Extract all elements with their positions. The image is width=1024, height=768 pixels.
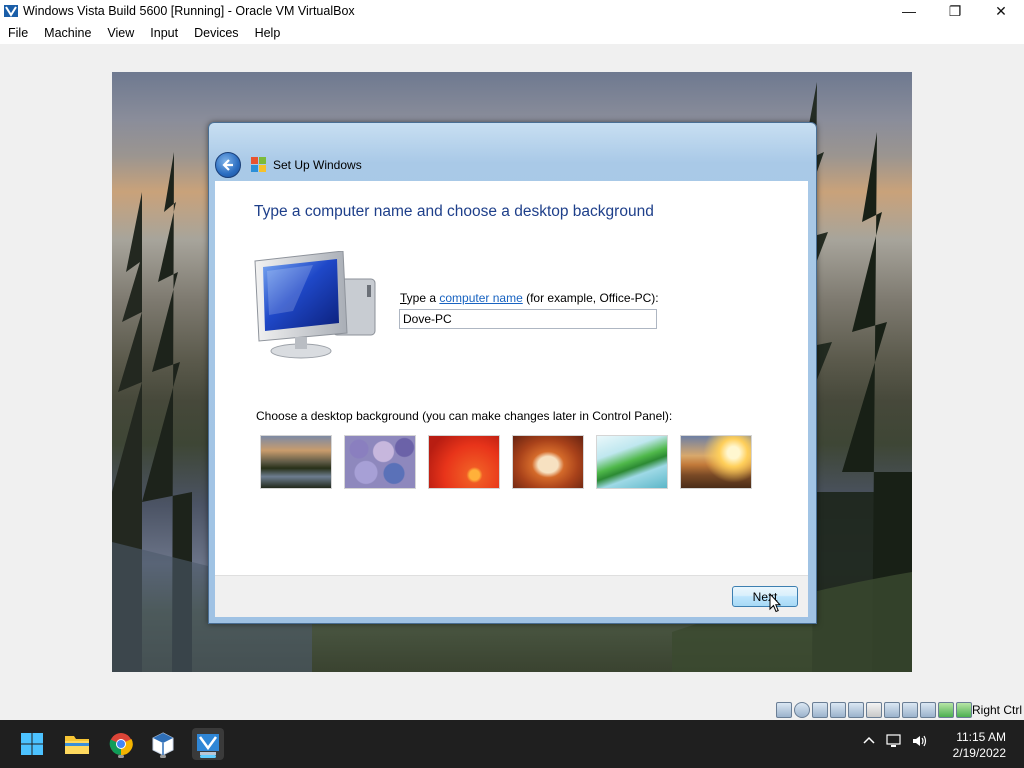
- background-red-flower[interactable]: [428, 435, 500, 489]
- menu-file[interactable]: File: [0, 22, 36, 44]
- menu-bar: File Machine View Input Devices Help: [0, 22, 1024, 44]
- menu-devices[interactable]: Devices: [186, 22, 246, 44]
- background-mountain-lake[interactable]: [260, 435, 332, 489]
- virtualbox-icon[interactable]: [147, 728, 179, 760]
- menu-view[interactable]: View: [99, 22, 142, 44]
- next-button[interactable]: Next: [732, 586, 798, 607]
- restore-icon: ❐: [948, 2, 962, 19]
- setup-dialog: Set Up Windows Type a computer name and …: [208, 122, 817, 624]
- page-title: Type a computer name and choose a deskto…: [254, 203, 654, 220]
- vm-status-bar: Right Ctrl: [0, 700, 1024, 720]
- computer-monitor-icon: [254, 251, 376, 359]
- back-arrow-icon[interactable]: [215, 152, 241, 178]
- window-title: Windows Vista Build 5600 [Running] - Ora…: [23, 4, 355, 18]
- background-thumbnails: [260, 435, 752, 489]
- mouse-cursor-icon: [769, 593, 781, 613]
- vm-display-area: Set Up Windows Type a computer name and …: [0, 44, 1024, 700]
- file-explorer-icon[interactable]: [61, 728, 93, 760]
- background-sunset-grass[interactable]: [680, 435, 752, 489]
- shared-folders-icon[interactable]: [866, 702, 882, 718]
- dialog-title: Set Up Windows: [273, 158, 362, 172]
- clock[interactable]: 11:15 AM 2/19/2022: [953, 729, 1006, 761]
- optical-drive-icon[interactable]: [794, 702, 810, 718]
- dialog-footer: Next: [215, 575, 808, 617]
- recording-icon[interactable]: [902, 702, 918, 718]
- dialog-header: Set Up Windows: [215, 147, 805, 183]
- keyboard-icon[interactable]: [956, 702, 972, 718]
- network-tray-icon[interactable]: [886, 734, 902, 751]
- menu-input[interactable]: Input: [142, 22, 186, 44]
- background-palm-leaf[interactable]: [596, 435, 668, 489]
- clock-time: 11:15 AM: [956, 730, 1006, 744]
- computer-name-field[interactable]: [399, 309, 657, 329]
- background-pebbles[interactable]: [344, 435, 416, 489]
- volume-icon[interactable]: [912, 734, 928, 751]
- close-button[interactable]: ✕: [978, 0, 1024, 22]
- network-icon[interactable]: [830, 702, 846, 718]
- clock-date: 2/19/2022: [952, 746, 1006, 760]
- menu-machine[interactable]: Machine: [36, 22, 99, 44]
- minimize-button[interactable]: —: [886, 0, 932, 22]
- taskbar: 11:15 AM 2/19/2022: [0, 720, 1024, 768]
- computer-name-label: Type a computer name (for example, Offic…: [400, 291, 659, 305]
- close-icon: ✕: [995, 2, 1007, 19]
- display-icon[interactable]: [884, 702, 900, 718]
- label-example: (for example, Office-PC):: [522, 291, 659, 305]
- chrome-icon[interactable]: [105, 728, 137, 760]
- start-icon[interactable]: [16, 728, 48, 760]
- minimize-icon: —: [902, 3, 916, 19]
- label-mnemonic: T: [400, 291, 407, 305]
- mouse-integration-icon[interactable]: [938, 702, 954, 718]
- host-key-label: Right Ctrl: [971, 703, 1022, 717]
- vista-vm-active-indicator: [200, 755, 216, 758]
- vm-screen[interactable]: Set Up Windows Type a computer name and …: [112, 72, 912, 672]
- label-text: ype a: [406, 291, 440, 305]
- virtualbox-running-indicator: [160, 755, 166, 758]
- windows-flag-icon: [251, 157, 267, 173]
- hard-disk-icon[interactable]: [776, 702, 792, 718]
- audio-icon[interactable]: [812, 702, 828, 718]
- computer-name-link[interactable]: computer name: [439, 291, 522, 305]
- vista-vm-icon[interactable]: [192, 728, 224, 760]
- menu-help[interactable]: Help: [247, 22, 289, 44]
- vt-x-icon[interactable]: [920, 702, 936, 718]
- system-tray: [862, 734, 928, 751]
- host-title-bar: Windows Vista Build 5600 [Running] - Ora…: [0, 0, 1024, 22]
- restore-button[interactable]: ❐: [932, 0, 978, 22]
- background-label: Choose a desktop background (you can mak…: [256, 409, 673, 423]
- chevron-up-icon[interactable]: [862, 734, 876, 751]
- usb-icon[interactable]: [848, 702, 864, 718]
- dialog-content: Type a computer name and choose a deskto…: [215, 181, 808, 575]
- chrome-running-indicator: [118, 755, 124, 758]
- virtualbox-app-icon: [3, 3, 19, 19]
- background-rock-arch[interactable]: [512, 435, 584, 489]
